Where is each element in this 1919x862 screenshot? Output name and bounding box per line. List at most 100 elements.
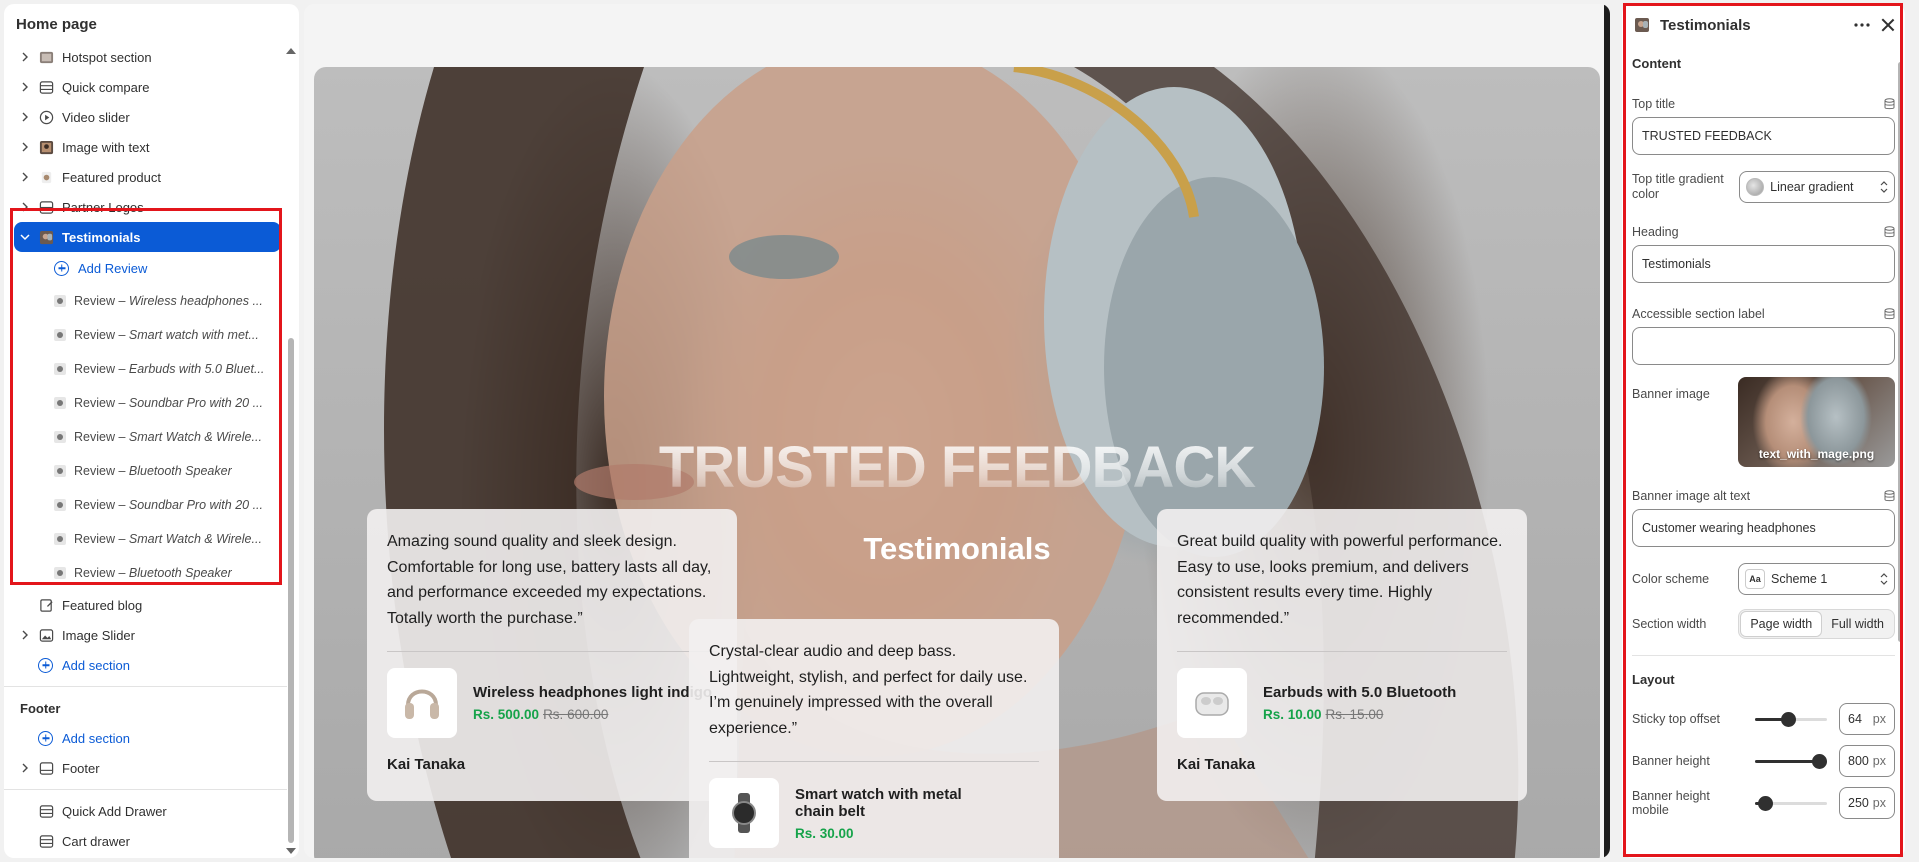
testimonials-icon (1635, 18, 1649, 32)
sticky-offset-input[interactable]: 64 px (1839, 703, 1895, 735)
dynamic-source-icon[interactable] (1884, 490, 1895, 502)
chevron-right-icon[interactable] (18, 52, 32, 62)
chevron-right-icon[interactable] (18, 763, 32, 773)
preview-scrollbar[interactable] (1604, 4, 1610, 858)
sidebar-item-video-slider[interactable]: Video slider (4, 102, 287, 132)
chevron-right-icon[interactable] (18, 202, 32, 212)
review-block-item[interactable]: Review – Smart watch with met... (4, 318, 287, 352)
banner-image-filename: text_with_mage.png (1758, 447, 1875, 461)
sidebar-item-hotspot[interactable]: Hotspot section (4, 42, 287, 72)
product-price: Rs. 500.00 (473, 707, 540, 722)
sidebar-item-quick-add-drawer[interactable]: Quick Add Drawer (4, 796, 287, 826)
scroll-up-arrow[interactable] (286, 48, 296, 54)
scroll-down-arrow[interactable] (286, 848, 296, 854)
sidebar-item-quick-compare[interactable]: Quick compare (4, 72, 287, 102)
review-block-label: Review – Soundbar Pro with 20 ... (74, 396, 263, 410)
headphones-icon[interactable] (387, 668, 457, 738)
accessible-label: Accessible section label (1632, 307, 1765, 321)
sidebar-item-label: Testimonials (62, 229, 141, 245)
add-circle-icon (54, 260, 69, 276)
sidebar-item-testimonials[interactable]: Testimonials (14, 222, 281, 252)
sidebar-item-partner-logos[interactable]: Partner Logos (4, 192, 287, 222)
chevron-right-icon[interactable] (18, 630, 32, 640)
color-scheme-select[interactable]: Aa Scheme 1 (1738, 563, 1895, 595)
banner-height-mobile-slider[interactable] (1755, 795, 1827, 811)
watch-icon[interactable] (709, 778, 779, 848)
earbuds-icon[interactable] (1177, 668, 1247, 738)
accessible-label-input[interactable] (1632, 327, 1895, 365)
chevron-right-icon[interactable] (18, 142, 32, 152)
testimonials-banner: TRUSTED FEEDBACK Testimonials Amazing so… (314, 67, 1600, 858)
banner-height-slider[interactable] (1755, 753, 1827, 769)
review-product[interactable]: Smart watch with metal chain belt Rs. 30… (709, 778, 1039, 848)
review-block-label: Review – Earbuds with 5.0 Bluet... (74, 362, 265, 376)
review-thumbnail-icon (54, 431, 66, 443)
dynamic-source-icon[interactable] (1884, 308, 1895, 320)
testimonial-card: Amazing sound quality and sleek design. … (367, 509, 737, 801)
close-icon[interactable] (1881, 18, 1895, 32)
select-arrows-icon (1880, 573, 1888, 585)
banner-height-mobile-label: Banner height mobile (1632, 789, 1710, 817)
alt-text-input[interactable]: Customer wearing headphones (1632, 509, 1895, 547)
alt-text-label: Banner image alt text (1632, 489, 1751, 503)
sidebar-scrollbar[interactable] (288, 338, 294, 843)
heading-input[interactable]: Testimonials (1632, 245, 1895, 283)
chevron-right-icon[interactable] (18, 82, 32, 92)
sidebar-item-footer[interactable]: Footer (4, 753, 287, 783)
sticky-offset-slider[interactable] (1755, 711, 1827, 727)
slider-handle[interactable] (1757, 796, 1773, 811)
compare-price: Rs. 15.00 (1325, 707, 1384, 722)
review-block-item[interactable]: Review – Soundbar Pro with 20 ... (4, 488, 287, 522)
review-author: Kai Tanaka (387, 756, 466, 773)
product-name[interactable]: Earbuds with 5.0 Bluetooth (1263, 684, 1456, 701)
product-name[interactable]: Wireless headphones light indigo (473, 684, 712, 701)
review-block-item[interactable]: Review – Earbuds with 5.0 Bluet... (4, 352, 287, 386)
banner-height-input[interactable]: 800 px (1839, 745, 1895, 777)
slider-handle[interactable] (1812, 754, 1827, 769)
theme-editor: Home page Hotspot section Quick compare … (0, 0, 1919, 862)
banner-image-picker[interactable]: text_with_mage.png (1738, 377, 1895, 467)
more-options-icon[interactable] (1851, 23, 1873, 27)
sidebar-item-image-with-text[interactable]: Image with text (4, 132, 287, 162)
full-width-option[interactable]: Full width (1822, 611, 1893, 637)
sidebar-item-cart-drawer[interactable]: Cart drawer (4, 826, 287, 856)
review-block-item[interactable]: Review – Soundbar Pro with 20 ... (4, 386, 287, 420)
sidebar-item-label: Partner Logos (62, 199, 144, 215)
review-quote: Amazing sound quality and sleek design. … (387, 533, 712, 627)
sidebar-item-featured-blog[interactable]: Featured blog (4, 590, 287, 620)
review-block-item[interactable]: Review – Bluetooth Speaker (4, 556, 287, 590)
chevron-right-icon[interactable] (18, 172, 32, 182)
divider (1177, 651, 1507, 652)
dynamic-source-icon[interactable] (1884, 226, 1895, 238)
add-review-button[interactable]: Add Review (4, 252, 287, 284)
add-section-button[interactable]: Add section (4, 650, 287, 680)
sidebar-item-featured-product[interactable]: Featured product (4, 162, 287, 192)
slider-handle[interactable] (1780, 712, 1796, 727)
review-block-item[interactable]: Review – Bluetooth Speaker (4, 454, 287, 488)
add-circle-icon (38, 730, 53, 746)
review-block-item[interactable]: Review – Smart Watch & Wirele... (4, 522, 287, 556)
sidebar-item-label: Featured blog (62, 597, 143, 613)
dynamic-source-icon[interactable] (1884, 98, 1895, 110)
gradient-select[interactable]: Linear gradient (1739, 171, 1895, 203)
play-icon (38, 109, 54, 125)
product-name[interactable]: Smart watch with metal chain belt (795, 786, 995, 820)
blog-icon (38, 597, 54, 613)
banner-height-mobile-input[interactable]: 250 px (1839, 787, 1895, 819)
review-block-item[interactable]: Review – Wireless headphones ... (4, 284, 287, 318)
panel-scrollbar[interactable] (1898, 62, 1903, 642)
review-product[interactable]: Earbuds with 5.0 Bluetooth Rs. 10.00 Rs. … (1177, 668, 1507, 738)
review-product[interactable]: Wireless headphones light indigo Rs. 500… (387, 668, 717, 738)
add-review-label: Add Review (78, 260, 148, 276)
page-width-option[interactable]: Page width (1740, 611, 1823, 637)
review-block-item[interactable]: Review – Smart Watch & Wirele... (4, 420, 287, 454)
chevron-right-icon[interactable] (18, 112, 32, 122)
footer-add-section-button[interactable]: Add section (4, 723, 287, 753)
compare-price: Rs. 600.00 (543, 707, 609, 722)
chevron-down-icon[interactable] (18, 232, 32, 242)
sidebar-item-image-slider[interactable]: Image Slider (4, 620, 287, 650)
sticky-offset-label: Sticky top offset (1632, 712, 1721, 726)
banner-height-label: Banner height (1632, 754, 1710, 768)
add-circle-icon (38, 657, 53, 673)
top-title-input[interactable]: TRUSTED FEEDBACK (1632, 117, 1895, 155)
